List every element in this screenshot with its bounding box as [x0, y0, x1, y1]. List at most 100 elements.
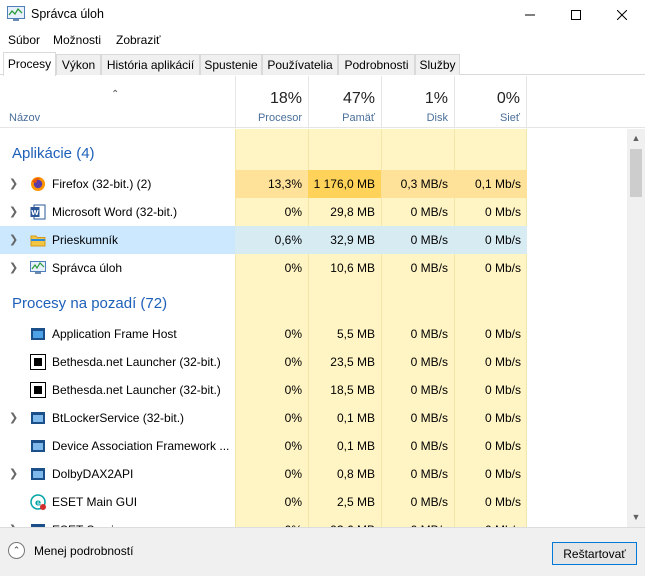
disk-cell: 0 MB/s	[410, 205, 448, 219]
network-label: Sieť	[499, 112, 520, 124]
process-name: Prieskumník	[52, 233, 119, 247]
column-memory[interactable]: 47% Pamäť	[308, 76, 381, 128]
process-name: DolbyDAX2API	[52, 467, 134, 481]
cpu-cell: 13,3%	[235, 170, 308, 198]
process-name: Bethesda.net Launcher (32-bit.)	[52, 383, 221, 397]
service-icon	[30, 466, 46, 482]
cpu-total: 18%	[269, 90, 302, 107]
memory-cell: 93,6 MB	[308, 516, 381, 527]
process-row[interactable]: Device Association Framework ... 0% 0,1 MB…	[0, 432, 527, 460]
disk-cell: 0 MB/s	[410, 411, 448, 425]
tab-processes[interactable]: Procesy	[3, 52, 56, 76]
column-disk[interactable]: 1% Disk	[381, 76, 454, 128]
scroll-down-icon[interactable]: ▼	[627, 512, 645, 524]
disk-cell: 0 MB/s	[410, 327, 448, 341]
chevron-right-icon[interactable]: ❯	[9, 261, 18, 274]
memory-cell: 18,5 MB	[330, 383, 375, 397]
network-cell: 0 Mb/s	[484, 383, 521, 397]
process-row[interactable]: e ESET Main GUI 0% 2,5 MB 0 MB/s 0 Mb/s	[0, 488, 527, 516]
process-row[interactable]: ❯ W Microsoft Word (32-bit.) 0% 29,8 MB 0 MB/…	[0, 198, 527, 226]
process-name: Bethesda.net Launcher (32-bit.)	[52, 355, 221, 369]
maximize-icon	[571, 10, 581, 20]
cpu-label: Procesor	[257, 112, 302, 124]
memory-cell: 1 176,0 MB	[308, 170, 381, 198]
process-row[interactable]: ❯ESET Service0%93,6 MB0 MB/s0 Mb/s	[0, 516, 527, 527]
title-bar: Správca úloh	[0, 0, 645, 30]
task-manager-icon	[7, 6, 25, 21]
tab-services[interactable]: Služby	[415, 54, 460, 75]
firefox-icon	[30, 176, 46, 192]
column-cpu[interactable]: 18% Procesor	[235, 76, 308, 128]
process-row[interactable]: ❯ BtLockerService (32-bit.) 0% 0,1 MB 0 MB/s…	[0, 404, 527, 432]
service-icon	[30, 438, 46, 454]
tab-performance[interactable]: Výkon	[56, 54, 101, 75]
process-name: Application Frame Host	[52, 327, 177, 341]
footer: ⌃ Menej podrobností Reštartovať	[0, 527, 645, 576]
scroll-thumb[interactable]	[630, 149, 642, 197]
cpu-cell: 0%	[284, 205, 302, 219]
chevron-right-icon[interactable]: ❯	[9, 411, 18, 424]
process-list: Aplikácie (4) Procesy na pozadí (72) ❯ Fi…	[0, 129, 627, 527]
tab-app-history[interactable]: História aplikácií	[101, 54, 200, 75]
tab-startup[interactable]: Spustenie	[200, 54, 262, 75]
process-name: Firefox (32-bit.) (2)	[52, 177, 152, 191]
tab-users[interactable]: Používatelia	[262, 54, 338, 75]
memory-total: 47%	[342, 90, 375, 107]
chevron-right-icon[interactable]: ❯	[9, 467, 18, 480]
network-cell: 0 Mb/s	[484, 495, 521, 509]
tab-details[interactable]: Podrobnosti	[338, 54, 415, 75]
disk-cell: 0,3 MB/s	[381, 170, 454, 198]
process-name: Device Association Framework ...	[52, 439, 230, 453]
disk-cell: 0 MB/s	[410, 439, 448, 453]
menu-file[interactable]: Súbor	[8, 33, 40, 47]
network-cell: 0 Mb/s	[484, 411, 521, 425]
memory-cell: 29,8 MB	[330, 205, 375, 219]
cpu-cell: 0%	[284, 327, 302, 341]
memory-cell: 10,6 MB	[330, 261, 375, 275]
process-name: Microsoft Word (32-bit.)	[52, 205, 178, 219]
chevron-up-icon: ⌃	[8, 542, 25, 559]
network-cell: 0,1 Mb/s	[454, 170, 527, 198]
network-cell: 0 Mb/s	[484, 327, 521, 341]
process-row[interactable]: Application Frame Host 0% 5,5 MB 0 MB/s 0 Mb…	[0, 320, 527, 348]
column-network[interactable]: 0% Sieť	[454, 76, 527, 128]
cpu-cell: 0%	[284, 261, 302, 275]
menu-options[interactable]: Možnosti	[53, 33, 101, 47]
close-button[interactable]	[599, 0, 645, 30]
process-name: BtLockerService (32-bit.)	[52, 411, 185, 425]
app-frame-icon	[30, 326, 46, 342]
sort-up-icon: ⌃	[111, 89, 120, 100]
column-name[interactable]: Názov	[9, 112, 40, 124]
disk-cell: 0 MB/s	[410, 383, 448, 397]
memory-cell: 0,8 MB	[336, 467, 375, 481]
process-row[interactable]: ❯ Prieskumník 0,6% 32,9 MB 0 MB/s 0 Mb/s	[0, 226, 527, 254]
restart-button[interactable]: Reštartovať	[552, 542, 637, 565]
chevron-right-icon[interactable]: ❯	[9, 177, 18, 190]
minimize-icon	[525, 14, 535, 16]
task-manager-icon	[30, 260, 46, 276]
memory-cell: 0,1 MB	[336, 411, 375, 425]
process-row[interactable]: Bethesda.net Launcher (32-bit.) 0% 18,5 MB…	[0, 376, 527, 404]
less-details-button[interactable]: ⌃ Menej podrobností	[8, 542, 133, 559]
scroll-up-icon[interactable]: ▲	[627, 133, 645, 145]
maximize-button[interactable]	[553, 0, 599, 30]
chevron-right-icon[interactable]: ❯	[9, 205, 18, 218]
process-row[interactable]: Bethesda.net Launcher (32-bit.) 0% 23,5 MB…	[0, 348, 527, 376]
process-row[interactable]: ❯ DolbyDAX2API 0% 0,8 MB 0 MB/s 0 Mb/s	[0, 460, 527, 488]
chevron-right-icon[interactable]: ❯	[9, 233, 18, 246]
minimize-button[interactable]	[507, 0, 553, 30]
network-cell: 0 Mb/s	[454, 516, 527, 527]
process-row[interactable]: ❯ Firefox (32-bit.) (2) 13,3% 1 176,0 MB 0,3…	[0, 170, 527, 198]
process-row[interactable]: ❯ Správca úloh 0% 10,6 MB 0 MB/s 0 Mb/s	[0, 254, 527, 282]
cpu-cell: 0%	[284, 467, 302, 481]
menu-view[interactable]: Zobraziť	[116, 33, 161, 47]
vertical-scrollbar[interactable]: ▲ ▼	[627, 129, 645, 527]
disk-cell: 0 MB/s	[381, 226, 454, 254]
disk-label: Disk	[426, 112, 448, 124]
process-name: Správca úloh	[52, 261, 123, 275]
disk-cell: 0 MB/s	[410, 495, 448, 509]
disk-cell: 0 MB/s	[381, 516, 454, 527]
bethesda-icon	[30, 354, 46, 370]
disk-cell: 0 MB/s	[410, 261, 448, 275]
cpu-cell: 0%	[284, 495, 302, 509]
